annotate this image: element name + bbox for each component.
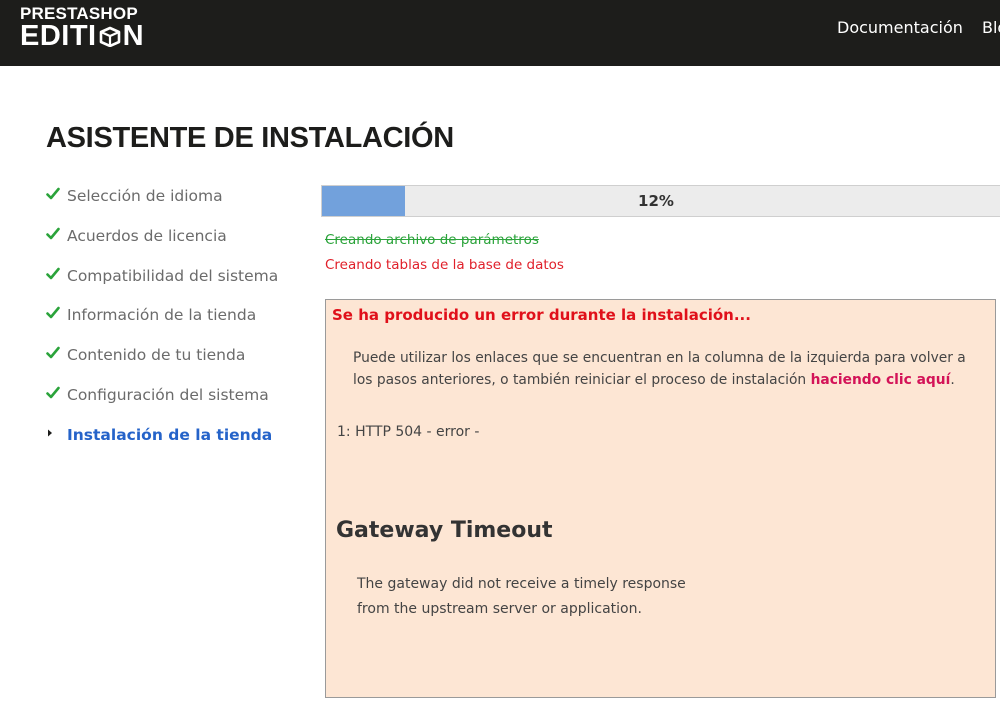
step-label: Compatibilidad del sistema bbox=[67, 266, 279, 285]
step-store-content[interactable]: Contenido de tu tienda bbox=[46, 343, 278, 383]
box-icon bbox=[99, 26, 120, 47]
step-label: Acuerdos de licencia bbox=[67, 226, 227, 245]
step-label: Selección de idioma bbox=[67, 187, 223, 205]
nav-link-blog[interactable]: Blog bbox=[982, 18, 1000, 37]
step-label: Información de la tienda bbox=[67, 306, 257, 325]
logo-text-bottom-b: N bbox=[122, 20, 145, 52]
logo-text-bottom-a: EDITI bbox=[20, 20, 97, 52]
step-label: Configuración del sistema bbox=[67, 385, 269, 404]
step-system-compatibility[interactable]: Compatibilidad del sistema bbox=[46, 264, 278, 304]
check-icon bbox=[46, 184, 67, 201]
check-icon bbox=[46, 303, 67, 320]
step-label: Contenido de tu tienda bbox=[67, 346, 246, 365]
task-done: Creando archivo de parámetros bbox=[325, 232, 539, 248]
step-license-agreements[interactable]: Acuerdos de licencia bbox=[46, 224, 278, 264]
step-system-configuration[interactable]: Configuración del sistema bbox=[46, 383, 278, 423]
check-icon bbox=[46, 224, 67, 241]
nav-link-documentacion[interactable]: Documentación bbox=[837, 18, 963, 37]
task-failed: Creando tablas de la base de datos bbox=[325, 257, 564, 273]
caret-right-icon bbox=[46, 423, 67, 440]
top-navbar: PRESTASHOP EDITI N Documentación Blog bbox=[0, 0, 1000, 66]
restart-install-link[interactable]: haciendo clic aquí bbox=[811, 372, 951, 388]
error-panel: Se ha producido un error durante la inst… bbox=[325, 299, 996, 698]
install-progress-bar: 12% bbox=[321, 185, 1000, 217]
http-error-line: 1: HTTP 504 - error - bbox=[337, 424, 480, 440]
installation-steps-list: Selección de idioma Acuerdos de licencia… bbox=[46, 184, 278, 463]
page-title: ASISTENTE DE INSTALACIÓN bbox=[46, 122, 454, 154]
gateway-timeout-heading: Gateway Timeout bbox=[336, 518, 553, 543]
prestashop-edition-logo[interactable]: PRESTASHOP EDITI N bbox=[20, 5, 145, 52]
check-icon bbox=[46, 343, 67, 360]
header-nav: Documentación Blog bbox=[837, 18, 1000, 37]
error-title: Se ha producido un error durante la inst… bbox=[332, 306, 751, 324]
gateway-timeout-message: The gateway did not receive a timely res… bbox=[357, 576, 686, 617]
step-language-selection[interactable]: Selección de idioma bbox=[46, 184, 278, 224]
error-description: Puede utilizar los enlaces que se encuen… bbox=[353, 350, 966, 388]
progress-percent: 12% bbox=[638, 192, 674, 210]
step-store-information[interactable]: Información de la tienda bbox=[46, 303, 278, 343]
check-icon bbox=[46, 383, 67, 400]
check-icon bbox=[46, 264, 67, 281]
step-store-installation: Instalación de la tienda bbox=[46, 423, 278, 463]
step-label: Instalación de la tienda bbox=[67, 425, 273, 444]
